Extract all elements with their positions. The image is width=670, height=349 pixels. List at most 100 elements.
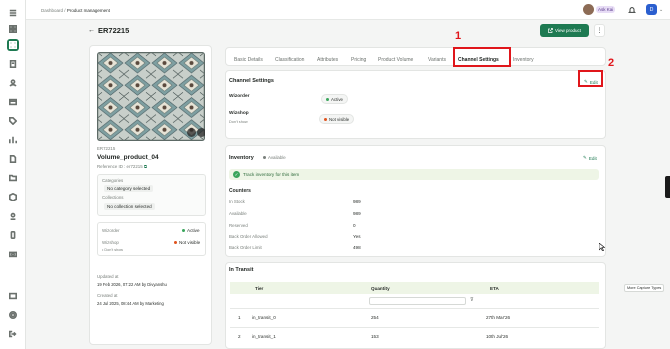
chevron-down-icon[interactable]: ⌄ xyxy=(659,7,663,13)
wizshop-label: Wizshop xyxy=(229,111,249,116)
inventory-status: Available xyxy=(263,155,286,160)
annotation-box-channel-settings xyxy=(453,47,511,67)
annotation-box-edit xyxy=(578,70,603,87)
in-transit-card: In Transit Tier Quantity ETA ⊽ 1 in_tran… xyxy=(225,262,606,349)
wizorder-status-badge[interactable]: Active xyxy=(321,94,348,104)
orders-icon[interactable] xyxy=(7,96,19,108)
row-number: 1 xyxy=(238,315,241,320)
tooltip: More Capture Types xyxy=(624,284,665,292)
wizorder-status-text: Active xyxy=(187,228,200,233)
created-label: Created at xyxy=(97,293,118,298)
storage-icon[interactable] xyxy=(7,290,19,302)
products-icon[interactable] xyxy=(7,39,19,51)
channel-summary-box: Wizorder Active Wizshop Not visible • Do… xyxy=(97,222,206,256)
wizorder-status: Active xyxy=(182,228,200,233)
view-product-button[interactable]: View product xyxy=(540,24,589,37)
inventory-card: Inventory Available ✎ Edit ✓ Track invent… xyxy=(225,145,606,257)
wizshop-sub: Don't show xyxy=(229,120,248,124)
wizorder-label: Wizorder xyxy=(229,94,250,99)
divider xyxy=(230,308,599,309)
breadcrumb-current: Product management xyxy=(66,8,110,13)
counter-label: Back Order Limit xyxy=(229,245,262,250)
quantity-cell: 153 xyxy=(371,334,379,339)
rotate-icon[interactable] xyxy=(187,128,196,137)
check-icon[interactable]: ✓ xyxy=(233,171,240,178)
download-icon[interactable] xyxy=(197,128,205,137)
workspace-badge[interactable]: D xyxy=(646,4,657,15)
track-inventory-text: Track inventory for this item xyxy=(243,172,300,177)
side-panel-handle[interactable] xyxy=(665,176,670,198)
quantity-filter-input[interactable] xyxy=(369,297,466,305)
left-navigation-rail xyxy=(0,0,26,349)
column-header-tier[interactable]: Tier xyxy=(255,286,263,291)
product-image[interactable] xyxy=(97,52,205,141)
tab-basic-details[interactable]: Basic Details xyxy=(234,57,263,63)
top-bar: Dashboard / Product management Ask Kai D… xyxy=(26,0,670,20)
collections-label: Collections xyxy=(102,195,124,200)
users-icon[interactable] xyxy=(7,77,19,89)
track-inventory-banner: ✓ Track inventory for this item xyxy=(229,169,599,180)
catalog-icon[interactable] xyxy=(7,58,19,70)
tab-product-volume[interactable]: Product Volume xyxy=(378,57,413,63)
active-dot-icon xyxy=(326,97,329,101)
divider xyxy=(230,327,599,328)
tab-variants[interactable]: Variants xyxy=(428,57,446,63)
eta-cell: 27th Mar'26 xyxy=(486,315,511,320)
counter-value: 989 xyxy=(353,211,361,216)
breadcrumb: Dashboard / Product management xyxy=(41,8,110,13)
column-header-eta[interactable]: ETA xyxy=(490,286,499,291)
logout-icon[interactable] xyxy=(7,328,19,340)
reference-id-label: Reference ID : xyxy=(97,164,126,169)
column-header-quantity[interactable]: Quantity xyxy=(371,286,390,291)
product-name: Volume_product_04 xyxy=(97,154,159,161)
tab-classification[interactable]: Classification xyxy=(275,57,304,63)
eta-cell: 10th Jul'26 xyxy=(486,334,509,339)
breadcrumb-separator: / xyxy=(64,8,66,13)
row-number: 2 xyxy=(238,334,241,339)
dashboard-icon[interactable] xyxy=(7,23,19,35)
camera-icon[interactable] xyxy=(7,248,19,260)
view-product-label: View product xyxy=(555,28,581,33)
quantity-cell: 254 xyxy=(371,315,379,320)
customer-icon[interactable] xyxy=(7,210,19,222)
back-arrow-icon[interactable]: ← xyxy=(88,27,95,34)
breadcrumb-root[interactable]: Dashboard xyxy=(41,8,63,13)
wizshop-status-badge[interactable]: Not visible xyxy=(319,114,355,124)
external-link-icon xyxy=(548,28,553,33)
copy-icon[interactable]: ⧉ xyxy=(144,164,147,169)
inventory-edit-button[interactable]: ✎ Edit xyxy=(583,155,597,161)
user-menu[interactable]: Ask Kai xyxy=(583,4,620,15)
documents-icon[interactable] xyxy=(7,153,19,165)
settings-icon[interactable] xyxy=(7,309,19,321)
filter-icon[interactable]: ⊽ xyxy=(470,297,474,303)
tab-pricing[interactable]: Pricing xyxy=(351,57,366,63)
categories-value: No category selected xyxy=(104,185,154,192)
inventory-icon[interactable] xyxy=(7,191,19,203)
phone-icon[interactable] xyxy=(7,229,19,241)
menu-icon[interactable] xyxy=(7,7,19,19)
updated-value: 19 Feb 2026, 07:22 AM by Divyanshu xyxy=(97,282,167,287)
inventory-status-text: Available xyxy=(268,155,286,160)
bell-icon[interactable] xyxy=(628,6,636,14)
in-transit-title: In Transit xyxy=(229,267,254,273)
annotation-number-1: 1 xyxy=(455,30,462,42)
tab-inventory[interactable]: Inventory xyxy=(513,57,534,63)
wizshop-sub-text: Don't show xyxy=(104,248,124,252)
tier-cell: in_transit_0 xyxy=(252,315,276,320)
counter-value: Yes xyxy=(353,234,361,239)
more-options-button[interactable]: ⋮ xyxy=(594,24,605,37)
tier-cell: in_transit_1 xyxy=(252,334,276,339)
reports-icon[interactable] xyxy=(7,134,19,146)
wizorder-status-text: Active xyxy=(331,96,343,102)
inactive-dot-icon xyxy=(324,117,327,121)
user-name: Ask Kai xyxy=(596,6,616,13)
price-tag-icon[interactable] xyxy=(7,115,19,127)
table-row[interactable]: 2 in_transit_1 153 10th Jul'26 xyxy=(230,329,599,345)
tab-attributes[interactable]: Attributes xyxy=(317,57,338,63)
table-row[interactable]: 1 in_transit_0 254 27th Mar'26 xyxy=(230,310,599,326)
table-header-row: Tier Quantity ETA xyxy=(230,282,599,294)
folder-icon[interactable] xyxy=(7,172,19,184)
edit-icon: ✎ xyxy=(583,155,587,160)
counters-title: Counters xyxy=(229,188,251,194)
wizshop-status: Not visible xyxy=(174,240,200,245)
